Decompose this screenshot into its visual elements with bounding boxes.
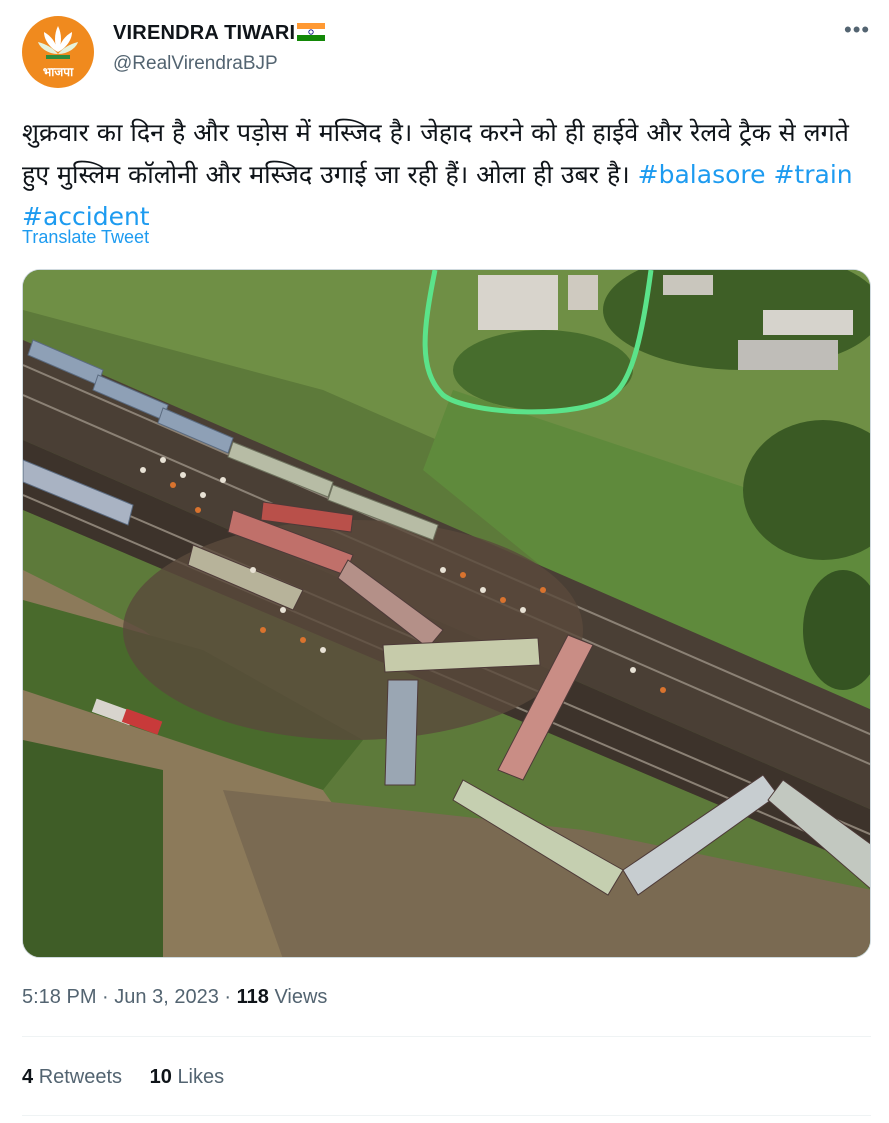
translate-tweet-link[interactable]: Translate Tweet	[22, 227, 149, 248]
more-options-icon[interactable]: •••	[844, 19, 870, 41]
hashtag-train[interactable]: #train	[773, 160, 852, 189]
tweet-time[interactable]: 5:18 PM	[22, 986, 96, 1008]
likes-label: Likes	[177, 1066, 225, 1088]
avatar-label: भाजपा	[42, 65, 74, 79]
author-name-text[interactable]: VIRENDRA TIWARI	[113, 22, 295, 44]
divider-bottom	[22, 1115, 871, 1116]
aerial-photo-illustration	[23, 270, 870, 957]
author-name[interactable]: VIRENDRA TIWARI	[113, 22, 326, 45]
author-handle[interactable]: @RealVirendraBJP	[113, 53, 278, 75]
retweets-label: Retweets	[38, 1066, 123, 1088]
likes-link[interactable]: 10 Likes	[150, 1066, 225, 1089]
retweets-count: 4	[22, 1066, 34, 1088]
tweet-date[interactable]: Jun 3, 2023	[114, 986, 219, 1008]
divider-top	[22, 1036, 871, 1037]
views-label: Views	[274, 986, 328, 1008]
tweet-stats: 4 Retweets 10 Likes	[22, 1066, 246, 1089]
india-flag-icon	[297, 23, 326, 41]
meta-separator-2: ·	[224, 986, 232, 1008]
retweets-link[interactable]: 4 Retweets	[22, 1066, 122, 1089]
tweet-meta: 5:18 PM · Jun 3, 2023 · 118 Views	[22, 986, 327, 1009]
tweet-text: शुक्रवार का दिन है और पड़ोस में मस्जिद ह…	[22, 112, 867, 238]
views-count: 118	[236, 986, 269, 1008]
tweet-photo[interactable]	[22, 269, 871, 958]
avatar[interactable]: भाजपा	[22, 16, 94, 88]
hashtag-balasore[interactable]: #balasore	[638, 160, 766, 189]
meta-separator: ·	[102, 986, 109, 1008]
likes-count: 10	[149, 1066, 172, 1088]
lotus-logo-icon	[38, 26, 78, 59]
